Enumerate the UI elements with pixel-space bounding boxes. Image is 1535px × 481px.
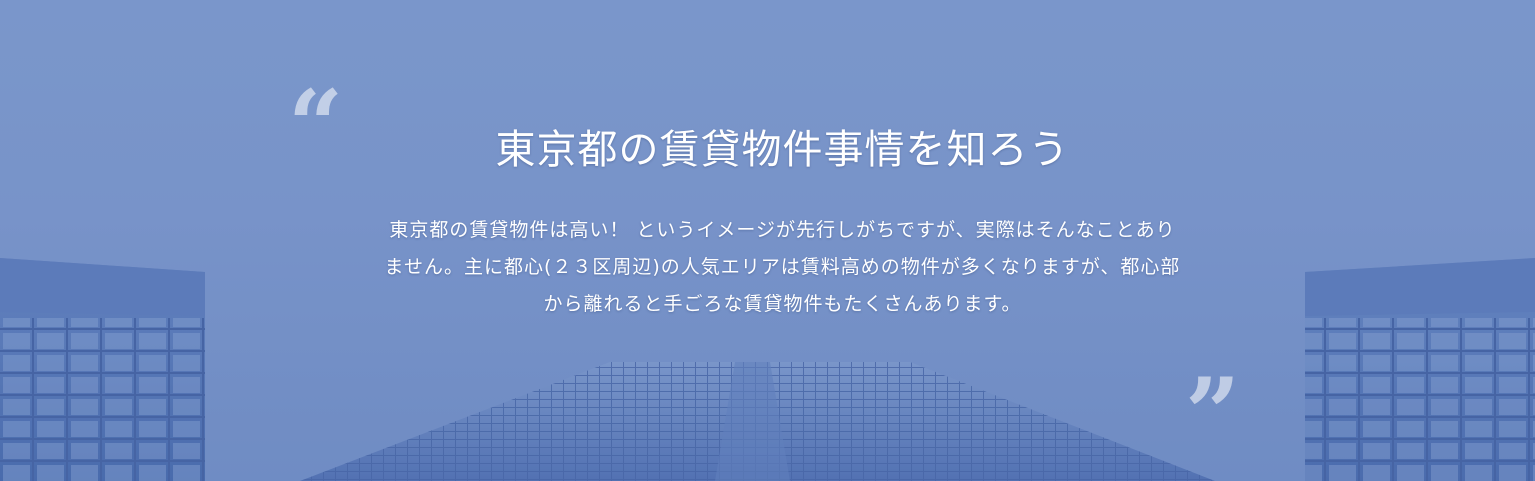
hero-content: 東京都の賃貸物件事情を知ろう 東京都の賃貸物件は高い！ というイメージが先行しが… — [380, 120, 1185, 323]
intro-paragraph: 東京都の賃貸物件は高い！ というイメージが先行しがちですが、実際はそんなことあり… — [384, 219, 1181, 315]
quote-close-icon: ” — [1185, 357, 1241, 470]
quote-open-icon: “ — [288, 69, 344, 182]
page-title: 東京都の賃貸物件事情を知ろう — [495, 127, 1070, 173]
hero-section: “ ” 東京都の賃貸物件事情を知ろう 東京都の賃貸物件は高い！ というイメージが… — [0, 0, 1535, 481]
